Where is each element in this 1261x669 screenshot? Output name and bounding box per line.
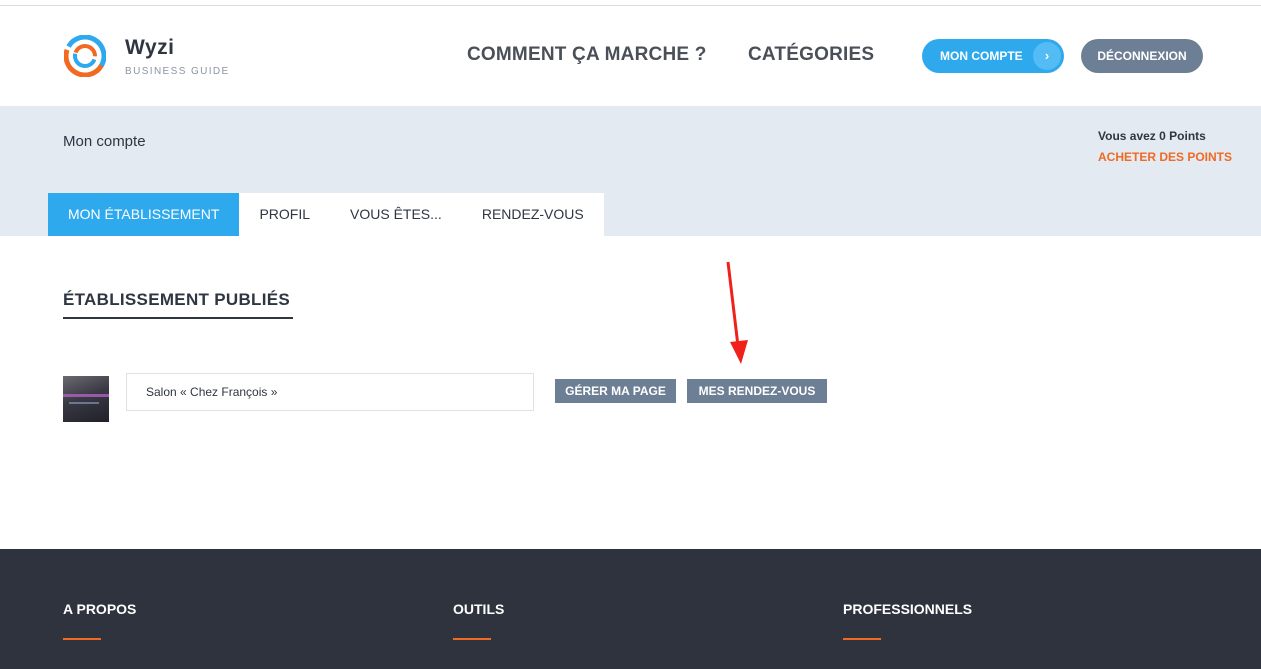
wyzi-logo-icon[interactable] [64, 35, 106, 77]
my-account-button[interactable]: MON COMPTE › [922, 39, 1064, 73]
footer-heading-tools: OUTILS [453, 601, 505, 617]
manage-page-button[interactable]: GÉRER MA PAGE [555, 379, 676, 403]
annotation-arrow-icon [726, 261, 748, 364]
listing-name-field[interactable]: Salon « Chez François » [126, 373, 534, 411]
nav-categories[interactable]: CATÉGORIES [748, 44, 874, 66]
footer-heading-underline [843, 638, 881, 640]
footer-heading-underline [63, 638, 101, 640]
nav-how-it-works[interactable]: COMMENT ÇA MARCHE ? [467, 44, 707, 66]
account-tabs: MON ÉTABLISSEMENT PROFIL VOUS ÊTES... RE… [48, 193, 604, 236]
listing-thumbnail[interactable] [63, 376, 109, 422]
brand-tagline: BUSINESS GUIDE [125, 66, 230, 77]
tab-my-establishment[interactable]: MON ÉTABLISSEMENT [48, 193, 240, 236]
chevron-right-icon: › [1033, 42, 1061, 70]
site-footer: A PROPOS OUTILS PROFESSIONNELS [0, 549, 1261, 669]
tab-appointments[interactable]: RENDEZ-VOUS [462, 193, 604, 236]
points-balance: Vous avez 0 Points [1098, 129, 1206, 143]
tab-profile[interactable]: PROFIL [239, 193, 330, 236]
thumbnail-light-stripe-2 [69, 402, 99, 404]
tab-you-are[interactable]: VOUS ÊTES... [330, 193, 462, 236]
my-account-label: MON COMPTE [940, 49, 1023, 63]
logout-button[interactable]: DÉCONNEXION [1081, 39, 1203, 73]
section-title-underline [63, 317, 293, 319]
footer-heading-about: A PROPOS [63, 601, 137, 617]
footer-heading-professionals: PROFESSIONNELS [843, 601, 973, 617]
site-header: Wyzi BUSINESS GUIDE COMMENT ÇA MARCHE ? … [0, 6, 1261, 106]
page-title: Mon compte [63, 133, 146, 150]
section-title: ÉTABLISSEMENT PUBLIÉS [63, 290, 291, 309]
thumbnail-light-stripe [63, 394, 109, 397]
footer-heading-underline [453, 638, 491, 640]
buy-points-link[interactable]: ACHETER DES POINTS [1098, 150, 1232, 164]
my-appointments-button[interactable]: MES RENDEZ-VOUS [687, 379, 827, 403]
brand-name[interactable]: Wyzi [125, 36, 174, 60]
account-banner: Mon compte Vous avez 0 Points ACHETER DE… [0, 106, 1261, 236]
